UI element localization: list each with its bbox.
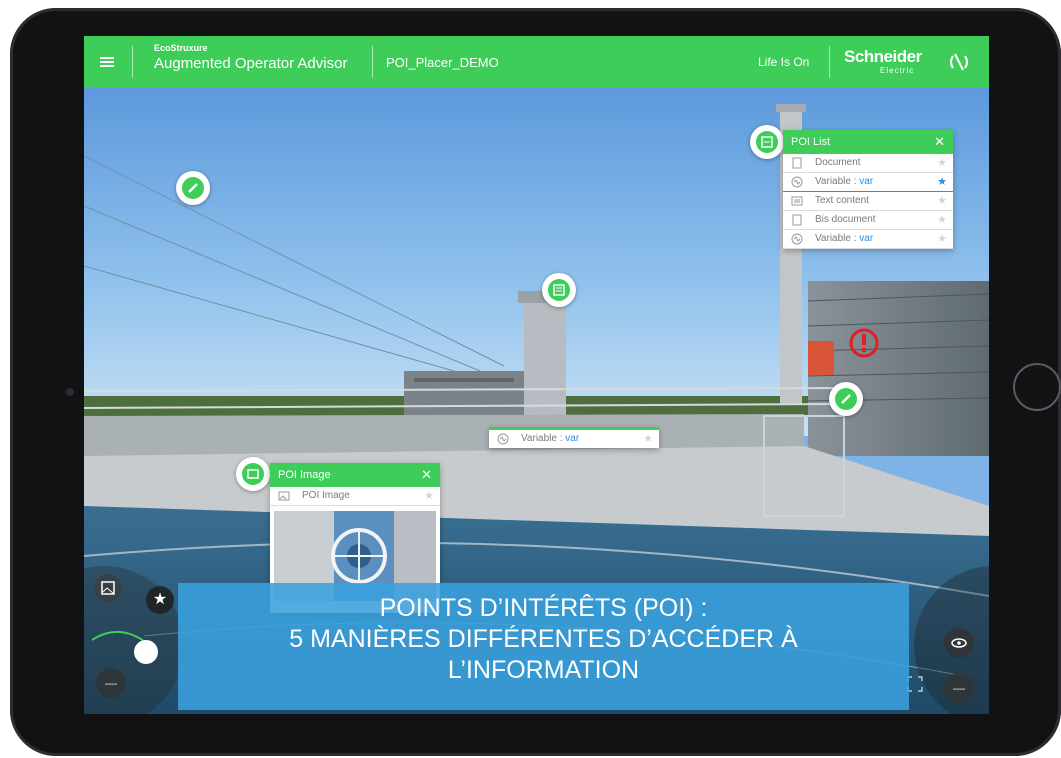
menu-button[interactable] — [84, 36, 132, 88]
text-icon — [548, 279, 570, 301]
poi-marker-image[interactable] — [236, 457, 270, 491]
variable-icon — [497, 433, 509, 445]
list-item[interactable]: POI Image ★ — [270, 487, 440, 506]
ecostruxure-logo: EcoStruxure — [154, 43, 208, 53]
poi-image-header: POI Image ✕ — [270, 463, 440, 487]
poi-list-title: POI List — [791, 136, 831, 148]
image-icon — [278, 491, 290, 501]
poi-image-title: POI Image — [278, 469, 331, 481]
star-icon: ★ — [152, 591, 168, 608]
camera — [66, 388, 74, 396]
wireless-off-icon — [950, 53, 968, 71]
image-icon — [242, 463, 264, 485]
hamburger-icon — [100, 57, 114, 59]
star-icon[interactable]: ★ — [643, 430, 653, 448]
poi-marker-edit-2[interactable] — [829, 382, 863, 416]
app-title: Augmented Operator Advisor — [154, 55, 348, 72]
eye-icon — [951, 638, 967, 648]
variable-poi-label[interactable]: Variable : var ★ — [489, 427, 659, 448]
star-icon[interactable]: ★ — [937, 173, 947, 191]
home-button[interactable] — [1013, 363, 1061, 411]
list-icon — [756, 131, 778, 153]
caption-line-3: L’INFORMATION — [447, 656, 640, 684]
list-item[interactable]: Variable : var ★ — [783, 173, 953, 192]
text-icon — [791, 196, 803, 206]
star-icon[interactable]: ★ — [937, 211, 947, 229]
list-item[interactable]: Bis document ★ — [783, 211, 953, 230]
variable-value: var — [859, 233, 874, 244]
variable-value: var — [565, 433, 580, 444]
zoom-slider-handle[interactable] — [134, 640, 158, 664]
star-icon[interactable]: ★ — [937, 154, 947, 172]
project-name: POI_Placer_DEMO — [386, 55, 499, 70]
variable-icon — [791, 233, 803, 245]
variable-icon — [791, 176, 803, 188]
document-icon — [792, 214, 802, 226]
company-logo-sub: Electric — [880, 66, 915, 75]
favorites-button[interactable]: ★ — [146, 586, 174, 614]
minus-icon: — — [105, 676, 117, 690]
caption-banner: POINTS D’INTÉRÊTS (POI) : 5 MANIÈRES DIF… — [178, 583, 909, 710]
close-icon[interactable]: ✕ — [934, 130, 945, 154]
poi-marker-edit[interactable] — [176, 171, 210, 205]
zoom-slider-track[interactable] — [90, 626, 170, 666]
tagline: Life Is On — [758, 55, 810, 69]
image-icon — [101, 581, 115, 595]
document-icon — [792, 157, 802, 169]
star-icon[interactable]: ★ — [937, 192, 947, 210]
caption-line-2: 5 MANIÈRES DIFFÉRENTES D’ACCÉDER À — [289, 625, 798, 653]
app-screen: EcoStruxure Augmented Operator Advisor P… — [84, 36, 989, 714]
poi-list-panel: POI List ✕ Document ★ Variable : var ★ T… — [783, 130, 953, 249]
star-icon[interactable]: ★ — [424, 487, 434, 505]
alert-icon[interactable] — [848, 326, 880, 358]
list-item[interactable]: Text content ★ — [783, 192, 953, 211]
visibility-button[interactable] — [944, 628, 974, 658]
company-logo: Schneider — [844, 47, 922, 66]
minus-icon: — — [953, 681, 965, 695]
list-item[interactable]: Document ★ — [783, 154, 953, 173]
poi-list-header: POI List ✕ — [783, 130, 953, 154]
pencil-icon — [835, 388, 857, 410]
variable-value: var — [859, 176, 874, 187]
connectivity-button[interactable] — [946, 50, 972, 74]
app-header: EcoStruxure Augmented Operator Advisor P… — [84, 36, 989, 88]
star-icon[interactable]: ★ — [937, 230, 947, 248]
close-icon[interactable]: ✕ — [421, 463, 432, 487]
poi-marker-text[interactable] — [542, 273, 576, 307]
pencil-icon — [182, 177, 204, 199]
variable-row[interactable]: Variable : var ★ — [489, 430, 659, 448]
list-item[interactable]: Variable : var ★ — [783, 230, 953, 249]
collapse-button[interactable]: — — [944, 673, 974, 703]
zoom-out-button[interactable]: — — [96, 668, 126, 698]
gallery-button[interactable] — [94, 574, 122, 602]
poi-marker-list[interactable] — [750, 125, 784, 159]
caption-line-1: POINTS D’INTÉRÊTS (POI) : — [379, 594, 708, 622]
